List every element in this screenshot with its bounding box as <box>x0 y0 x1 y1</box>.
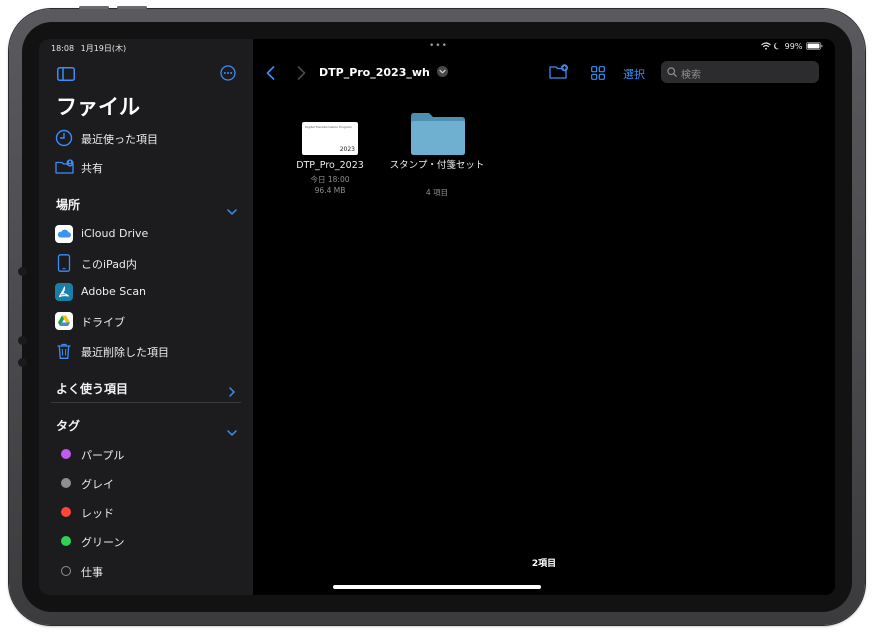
section-tags-title[interactable]: タグ <box>56 417 80 434</box>
sidebar-tag-work[interactable]: 仕事 <box>39 557 253 585</box>
more-options-icon[interactable] <box>220 65 236 81</box>
file-name: DTP_Pro_2023 <box>296 160 364 171</box>
file-size: 96.4 MB <box>314 186 346 195</box>
multitasking-dots[interactable]: ••• <box>429 41 448 51</box>
folder-icon <box>409 110 467 156</box>
sidebar-item-shared[interactable]: 共有 <box>39 153 253 181</box>
search-placeholder: 検索 <box>681 70 701 81</box>
sidebar-item-icloud-drive[interactable]: iCloud Drive <box>39 220 253 248</box>
tag-color-dot <box>61 478 71 488</box>
tag-label: 仕事 <box>81 566 103 579</box>
folder-path-title[interactable]: DTP_Pro_2023_wh <box>319 66 448 79</box>
grid-view-icon[interactable] <box>591 65 605 80</box>
sidebar-item-recents[interactable]: 最近使った項目 <box>39 124 253 152</box>
tag-color-dot <box>61 507 71 517</box>
icloud-icon <box>55 225 73 243</box>
sidebar-item-label: ドライブ <box>81 316 125 329</box>
sidebar-item-label: iCloud Drive <box>81 227 149 240</box>
title-menu-chevron-icon <box>436 66 448 77</box>
search-icon <box>667 67 677 77</box>
battery-icon <box>806 42 823 50</box>
sidebar: 18:08 1月19日(木) ファイル 最近使った項目 共有 場所 iCloud… <box>39 39 253 595</box>
tag-empty-circle <box>61 566 71 576</box>
battery-percent: 99% <box>784 42 803 51</box>
sidebar-divider <box>51 402 241 403</box>
sidebar-toggle-icon[interactable] <box>57 66 75 81</box>
chevron-down-icon[interactable] <box>227 201 237 215</box>
ipad-icon <box>55 254 73 272</box>
sidebar-item-label: Adobe Scan <box>81 285 147 298</box>
sidebar-tag-gray[interactable]: グレイ <box>39 469 253 497</box>
chevron-down-icon[interactable] <box>227 422 237 436</box>
folder-title-text: DTP_Pro_2023_wh <box>319 66 430 79</box>
sidebar-item-recently-deleted[interactable]: 最近削除した項目 <box>39 337 253 365</box>
select-button[interactable]: 選択 <box>623 66 645 82</box>
tag-color-dot <box>61 536 71 546</box>
sidebar-item-label: このiPad内 <box>81 258 137 271</box>
camera-dot <box>18 358 27 367</box>
wifi-icon <box>760 42 771 50</box>
tag-color-dot <box>61 449 71 459</box>
section-locations-title[interactable]: 場所 <box>56 196 80 213</box>
folder-item-stamp-set[interactable]: スタンプ・付箋セット 4 項目 <box>389 106 485 206</box>
camera-dot <box>18 336 27 345</box>
forward-chevron-icon[interactable] <box>297 65 306 80</box>
screen: 18:08 1月19日(木) ファイル 最近使った項目 共有 場所 iCloud… <box>39 39 835 595</box>
sidebar-item-on-my-ipad[interactable]: このiPad内 <box>39 249 253 277</box>
top-button-2 <box>117 6 147 9</box>
thumbnail-heading: Digital Transformation Program <box>305 125 352 129</box>
chevron-right-icon[interactable] <box>229 382 236 397</box>
sidebar-item-label: 最近使った項目 <box>81 133 158 146</box>
file-thumbnail: Digital Transformation Program 2023 <box>302 122 358 155</box>
tag-label: グレイ <box>81 478 114 491</box>
home-indicator[interactable] <box>333 585 541 589</box>
camera-dot <box>18 267 27 276</box>
folder-name: スタンプ・付箋セット <box>389 160 485 171</box>
moon-icon <box>774 42 780 50</box>
item-count-footer: 2項目 <box>531 559 557 569</box>
search-field[interactable]: 検索 <box>661 61 819 83</box>
trash-icon <box>55 342 73 360</box>
sidebar-item-adobe-scan[interactable]: Adobe Scan <box>39 278 253 306</box>
adobe-scan-icon <box>55 283 73 301</box>
file-date: 今日 18:00 <box>310 175 350 184</box>
section-favorites-title[interactable]: よく使う項目 <box>56 380 128 397</box>
status-right: 99% <box>760 42 823 51</box>
status-time-value: 18:08 <box>51 44 75 53</box>
tag-label: グリーン <box>81 536 125 549</box>
sidebar-item-label: 最近削除した項目 <box>81 346 169 359</box>
sidebar-tag-green[interactable]: グリーン <box>39 527 253 555</box>
back-chevron-icon[interactable] <box>266 65 275 80</box>
status-time: 18:08 1月19日(木) <box>51 43 126 54</box>
sidebar-item-label: 共有 <box>81 162 103 175</box>
tag-label: パープル <box>81 449 125 462</box>
file-item-dtp-pro-2023[interactable]: Digital Transformation Program 2023 DTP_… <box>282 106 378 206</box>
sidebar-item-google-drive[interactable]: ドライブ <box>39 307 253 335</box>
top-button <box>79 6 109 9</box>
sidebar-tag-red[interactable]: レッド <box>39 498 253 526</box>
sidebar-title: ファイル <box>56 95 140 119</box>
shared-folder-icon <box>55 158 74 176</box>
thumbnail-year: 2023 <box>339 146 355 153</box>
main-content: ••• 99% DTP_Pro_2023_wh 選択 検索 Digital Tr… <box>253 39 835 595</box>
tag-label: レッド <box>81 507 114 520</box>
google-drive-icon <box>55 312 73 330</box>
clock-icon <box>55 129 73 147</box>
status-date: 1月19日(木) <box>80 44 127 53</box>
sidebar-tag-purple[interactable]: パープル <box>39 440 253 468</box>
folder-item-count: 4 項目 <box>425 188 449 197</box>
new-folder-icon[interactable] <box>549 64 569 80</box>
